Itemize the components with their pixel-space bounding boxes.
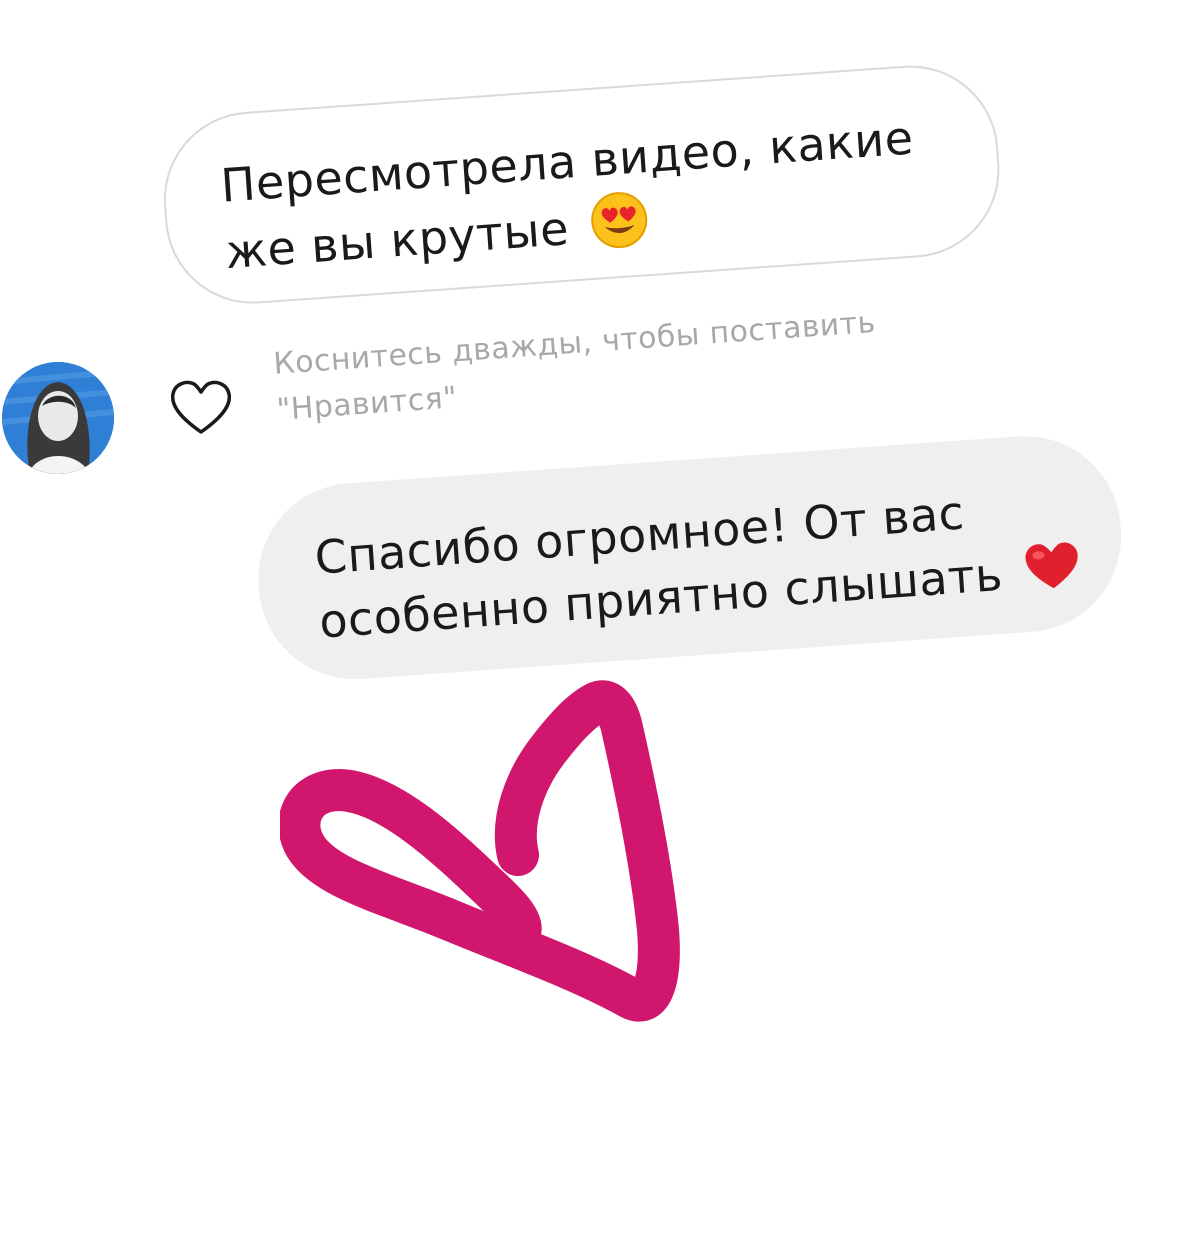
incoming-message-text: Пересмотрела видео, какие же вы крутые — [218, 110, 916, 280]
reply-message-text: Спасибо огромное! От вас особенно приятн… — [312, 485, 1005, 649]
chat-screenshot: Пересмотрела видео, какие же вы крутые К… — [0, 0, 1200, 1239]
incoming-message-bubble[interactable]: Пересмотрела видео, какие же вы крутые — [158, 59, 1006, 310]
reply-message: Спасибо огромное! От вас особенно приятн… — [313, 471, 1100, 659]
pink-heart-doodle — [278, 680, 700, 1040]
like-heart-icon[interactable] — [168, 378, 234, 438]
double-tap-like-hint: Коснитесь дважды, чтобы поставить "Нрави… — [272, 304, 877, 428]
red-heart-emoji-icon — [1021, 538, 1084, 610]
user-avatar[interactable] — [2, 362, 114, 474]
incoming-message: Пересмотрела видео, какие же вы крутые — [219, 102, 967, 293]
reply-message-bubble[interactable]: Спасибо огромное! От вас особенно приятн… — [252, 429, 1128, 686]
heart-eyes-emoji-icon — [587, 188, 652, 268]
